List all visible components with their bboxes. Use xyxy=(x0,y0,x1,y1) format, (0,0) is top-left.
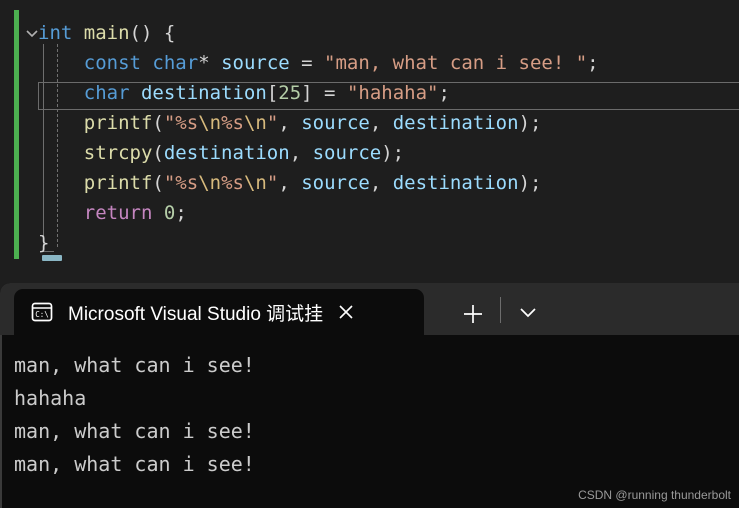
new-tab-icon[interactable] xyxy=(460,301,486,327)
terminal-tab-title: Microsoft Visual Studio 调试挂 xyxy=(68,303,324,325)
code-token: destination xyxy=(163,142,290,164)
code-token: main xyxy=(83,22,130,44)
console-cmd-icon: C:\ xyxy=(30,300,54,324)
code-token: source xyxy=(312,142,382,164)
code-line-text: } xyxy=(0,232,49,254)
code-line-text: return 0; xyxy=(0,202,187,224)
code-token: , xyxy=(278,172,302,194)
code-line-text: strcpy(destination, source); xyxy=(0,142,404,164)
line-7[interactable]: return 0; xyxy=(0,198,187,228)
close-icon[interactable] xyxy=(333,299,359,325)
code-token: %s xyxy=(221,172,244,194)
code-token: , xyxy=(289,142,313,164)
terminal-left-edge xyxy=(0,335,2,508)
code-token: " xyxy=(266,172,279,194)
code-token: [ xyxy=(266,82,279,104)
code-lines-container[interactable]: int main() { const char* source = "man, … xyxy=(0,0,739,270)
terminal-output[interactable]: man, what can i see! hahaha man, what can … xyxy=(0,335,739,508)
code-line-text: const char* source = "man, what can i se… xyxy=(0,52,599,74)
code-token: " xyxy=(266,112,279,134)
watermark-text: CSDN @running thunderbolt xyxy=(578,488,731,502)
line-3[interactable]: char destination[25] = "hahaha"; xyxy=(0,78,450,108)
code-token: printf xyxy=(83,112,153,134)
code-token: int xyxy=(38,22,73,44)
code-token: \n xyxy=(198,112,222,134)
code-token: () { xyxy=(129,22,176,44)
code-token: ; xyxy=(587,52,599,74)
terminal-output-line: man, what can i see! xyxy=(14,452,255,476)
terminal-output-line: man, what can i see! xyxy=(14,419,255,443)
line-5[interactable]: strcpy(destination, source); xyxy=(0,138,404,168)
code-token: \n xyxy=(198,172,222,194)
code-token: source xyxy=(301,112,370,134)
code-token: ; xyxy=(438,82,450,104)
code-token: ( xyxy=(152,112,164,134)
code-token: destination xyxy=(392,112,519,134)
code-editor[interactable]: int main() { const char* source = "man, … xyxy=(0,0,739,270)
code-token: "%s xyxy=(163,112,199,134)
code-token: , xyxy=(278,112,302,134)
tabbar-divider xyxy=(500,297,501,323)
terminal-tabbar: C:\ Microsoft Visual Studio 调试挂 xyxy=(0,283,739,335)
code-token: source xyxy=(301,172,370,194)
code-token: printf xyxy=(83,172,153,194)
code-token: "%s xyxy=(163,172,199,194)
code-token: 25 xyxy=(278,82,302,104)
caret-marker xyxy=(42,255,62,261)
code-token: ; xyxy=(175,202,187,224)
line-8[interactable]: } xyxy=(0,228,49,258)
code-token: 0 xyxy=(163,202,176,224)
terminal-tab-active[interactable]: C:\ Microsoft Visual Studio 调试挂 xyxy=(14,289,424,335)
code-token: destination xyxy=(392,172,519,194)
line-1[interactable]: int main() { xyxy=(0,18,175,48)
code-token: source xyxy=(221,52,290,74)
line-6[interactable]: printf("%s\n%s\n", source, destination); xyxy=(0,168,542,198)
terminal-output-line: man, what can i see! xyxy=(14,353,255,377)
line-2[interactable]: const char* source = "man, what can i se… xyxy=(0,48,599,78)
code-line-text: printf("%s\n%s\n", source, destination); xyxy=(0,172,542,194)
code-token: ); xyxy=(518,172,542,194)
code-token: destination xyxy=(140,82,267,104)
code-token: ); xyxy=(518,112,542,134)
terminal-output-line: hahaha xyxy=(14,386,87,410)
code-token: ( xyxy=(152,142,164,164)
code-token: "hahaha" xyxy=(346,82,439,104)
terminal-lines-container: man, what can i see! hahaha man, what can … xyxy=(0,349,739,481)
code-token: return xyxy=(83,202,153,224)
code-token: %s xyxy=(221,112,244,134)
svg-text:C:\: C:\ xyxy=(35,310,49,319)
code-line-text: char destination[25] = "hahaha"; xyxy=(0,82,450,104)
code-token: char xyxy=(83,82,130,104)
application-window: int main() { const char* source = "man, … xyxy=(0,0,739,508)
code-token: const xyxy=(83,52,141,74)
chevron-down-icon[interactable] xyxy=(516,305,540,321)
code-token: , xyxy=(369,172,393,194)
terminal-panel[interactable]: C:\ Microsoft Visual Studio 调试挂 man, wha… xyxy=(0,283,739,508)
code-token: ( xyxy=(152,172,164,194)
code-token: , xyxy=(369,112,393,134)
code-token: \n xyxy=(243,112,267,134)
code-token: } xyxy=(38,232,50,254)
code-token: = xyxy=(289,52,325,74)
code-token: ] = xyxy=(301,82,347,104)
code-line-text: printf("%s\n%s\n", source, destination); xyxy=(0,112,542,134)
code-token: char xyxy=(152,52,199,74)
code-token: * xyxy=(198,52,222,74)
code-token: \n xyxy=(243,172,267,194)
code-line-text: int main() { xyxy=(0,22,175,44)
code-token: strcpy xyxy=(83,142,153,164)
line-4[interactable]: printf("%s\n%s\n", source, destination); xyxy=(0,108,542,138)
code-token: ); xyxy=(381,142,405,164)
code-token: "man, what can i see! " xyxy=(324,52,588,74)
